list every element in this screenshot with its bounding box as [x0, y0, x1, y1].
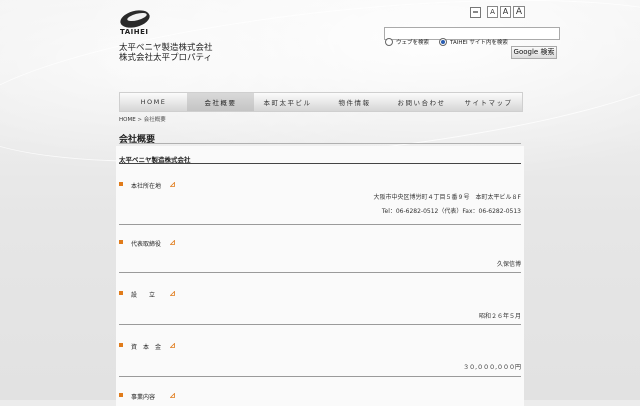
company-name-divider	[119, 163, 521, 164]
profile-value-capital: ３０,０００,０００円	[463, 364, 521, 371]
search-web-label: ウェブを検索	[396, 40, 430, 46]
nav-item-building[interactable]: 本町太平ビル	[254, 93, 321, 111]
breadcrumb: HOME > 会社概要	[119, 115, 166, 123]
search-scope-options: ウェブを検索 TAIHEI サイト内を検索	[385, 38, 508, 46]
orange-bullet-icon	[119, 240, 123, 244]
search-site-radio[interactable]	[439, 38, 448, 46]
font-size-tools: A A A	[470, 6, 525, 18]
profile-value-tel: Tel：06-6282-0512（代表）Fax：06-6282-0513	[381, 208, 521, 215]
font-size-medium-button[interactable]: A	[500, 6, 511, 18]
search-web-radio[interactable]	[385, 38, 393, 46]
profile-label: 設 立	[131, 292, 156, 299]
profile-divider	[119, 376, 521, 377]
orange-bullet-icon	[119, 343, 123, 347]
corner-arrow-icon	[170, 291, 175, 296]
orange-bullet-icon	[119, 182, 123, 186]
main-nav: HOME 会社概要 本町太平ビル 物件情報 お問い合わせ サイトマップ	[119, 92, 523, 112]
profile-label: 資 本 金	[131, 344, 162, 351]
corner-arrow-icon	[170, 393, 175, 398]
profile-label: 本社所在地	[131, 183, 162, 190]
profile-value-address: 大阪市中央区博労町４丁目５番９号 本町太平ビル８F	[373, 194, 521, 201]
corner-arrow-icon	[170, 240, 175, 245]
profile-divider	[119, 224, 521, 225]
nav-item-home[interactable]: HOME	[120, 93, 187, 111]
printer-icon[interactable]	[470, 6, 481, 18]
nav-item-properties[interactable]: 物件情報	[321, 93, 388, 111]
search-site-label: TAIHEI サイト内を検索	[450, 40, 508, 46]
profile-value-representative: 久保信博	[496, 261, 521, 268]
orange-bullet-icon	[119, 291, 123, 295]
nav-item-company[interactable]: 会社概要	[187, 93, 254, 111]
corner-arrow-icon	[170, 343, 175, 348]
corner-arrow-icon	[170, 182, 175, 187]
profile-value-established: 昭和２６年５月	[478, 313, 521, 320]
nav-item-contact[interactable]: お問い合わせ	[388, 93, 455, 111]
logo-wordmark: TAIHEI	[120, 28, 149, 36]
breadcrumb-current: 会社概要	[143, 117, 166, 123]
title-divider	[119, 143, 521, 144]
profile-divider	[119, 324, 521, 325]
breadcrumb-separator: >	[135, 117, 144, 123]
google-search-button[interactable]: Google 検索	[511, 46, 557, 59]
company-profile-panel: 太平ベニヤ製造株式会社 本社所在地 大阪市中央区博労町４丁目５番９号 本町太平ビ…	[116, 146, 524, 406]
company-name-line2: 株式会社太平プロパティ	[119, 53, 212, 63]
font-size-small-button[interactable]: A	[487, 6, 498, 18]
breadcrumb-home-link[interactable]: HOME	[119, 117, 136, 123]
orange-bullet-icon	[119, 393, 123, 397]
profile-divider	[119, 272, 521, 273]
font-size-large-button[interactable]: A	[513, 6, 525, 18]
profile-label: 代表取締役	[131, 241, 162, 248]
nav-item-sitemap[interactable]: サイトマップ	[455, 93, 522, 111]
